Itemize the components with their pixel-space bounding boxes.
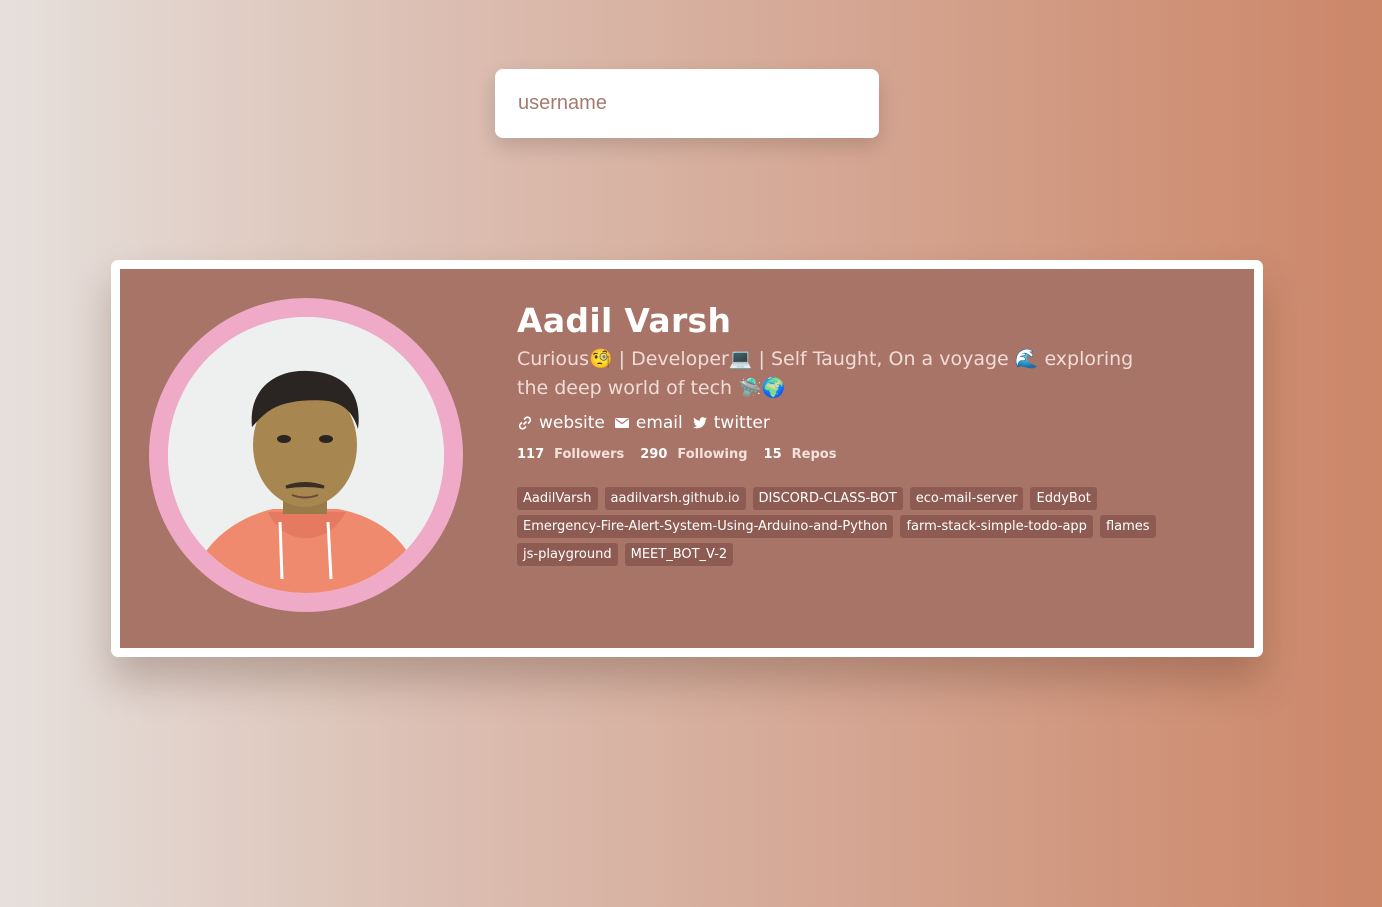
email-link-label: email	[635, 413, 683, 433]
website-link-label: website	[539, 413, 605, 433]
repo-list: AadilVarsh aadilvarsh.github.io DISCORD-…	[517, 487, 1157, 566]
avatar	[168, 317, 444, 593]
followers-label: Followers	[554, 447, 625, 462]
repo-chip[interactable]: js-playground	[517, 543, 618, 566]
following-count: 290	[640, 447, 668, 462]
followers-count: 117	[517, 447, 545, 462]
twitter-link[interactable]: twitter	[692, 413, 770, 433]
twitter-link-label: twitter	[713, 413, 770, 433]
search-box[interactable]	[495, 69, 879, 138]
repo-chip[interactable]: flames	[1099, 515, 1156, 538]
repo-chip[interactable]: Emergency-Fire-Alert-System-Using-Arduin…	[517, 515, 894, 538]
username-input[interactable]	[516, 91, 858, 116]
profile-card-frame: Aadil Varsh Curious🧐 | Developer💻 | Self…	[111, 260, 1263, 657]
profile-card: Aadil Varsh Curious🧐 | Developer💻 | Self…	[120, 269, 1254, 648]
repo-chip[interactable]: eco-mail-server	[909, 487, 1024, 510]
profile-name: Aadil Varsh	[517, 301, 732, 340]
profile-bio: Curious🧐 | Developer💻 | Self Taught, On …	[517, 348, 1134, 399]
profile-stats: 117 Followers 290 Following 15 Repos	[517, 447, 1167, 462]
link-icon	[518, 416, 532, 430]
avatar-ring	[149, 298, 463, 612]
repo-chip[interactable]: MEET_BOT_V-2	[624, 543, 734, 566]
avatar-photo	[168, 317, 444, 593]
repo-chip[interactable]: AadilVarsh	[517, 487, 598, 510]
repo-chip[interactable]: aadilvarsh.github.io	[604, 487, 746, 510]
repos-label: Repos	[791, 447, 837, 462]
profile-links: website email twitter	[517, 413, 1167, 433]
repo-chip[interactable]: farm-stack-simple-todo-app	[900, 515, 1093, 538]
following-label: Following	[677, 447, 748, 462]
envelope-icon	[614, 418, 629, 428]
twitter-icon	[692, 417, 707, 429]
repo-chip[interactable]: EddyBot	[1030, 487, 1097, 510]
repo-chip[interactable]: DISCORD-CLASS-BOT	[752, 487, 903, 510]
repos-count: 15	[763, 447, 782, 462]
profile-info: Aadil Varsh Curious🧐 | Developer💻 | Self…	[517, 301, 1167, 566]
email-link[interactable]: email	[614, 413, 683, 433]
website-link[interactable]: website	[517, 413, 605, 433]
followers-stat: 117	[517, 447, 544, 462]
